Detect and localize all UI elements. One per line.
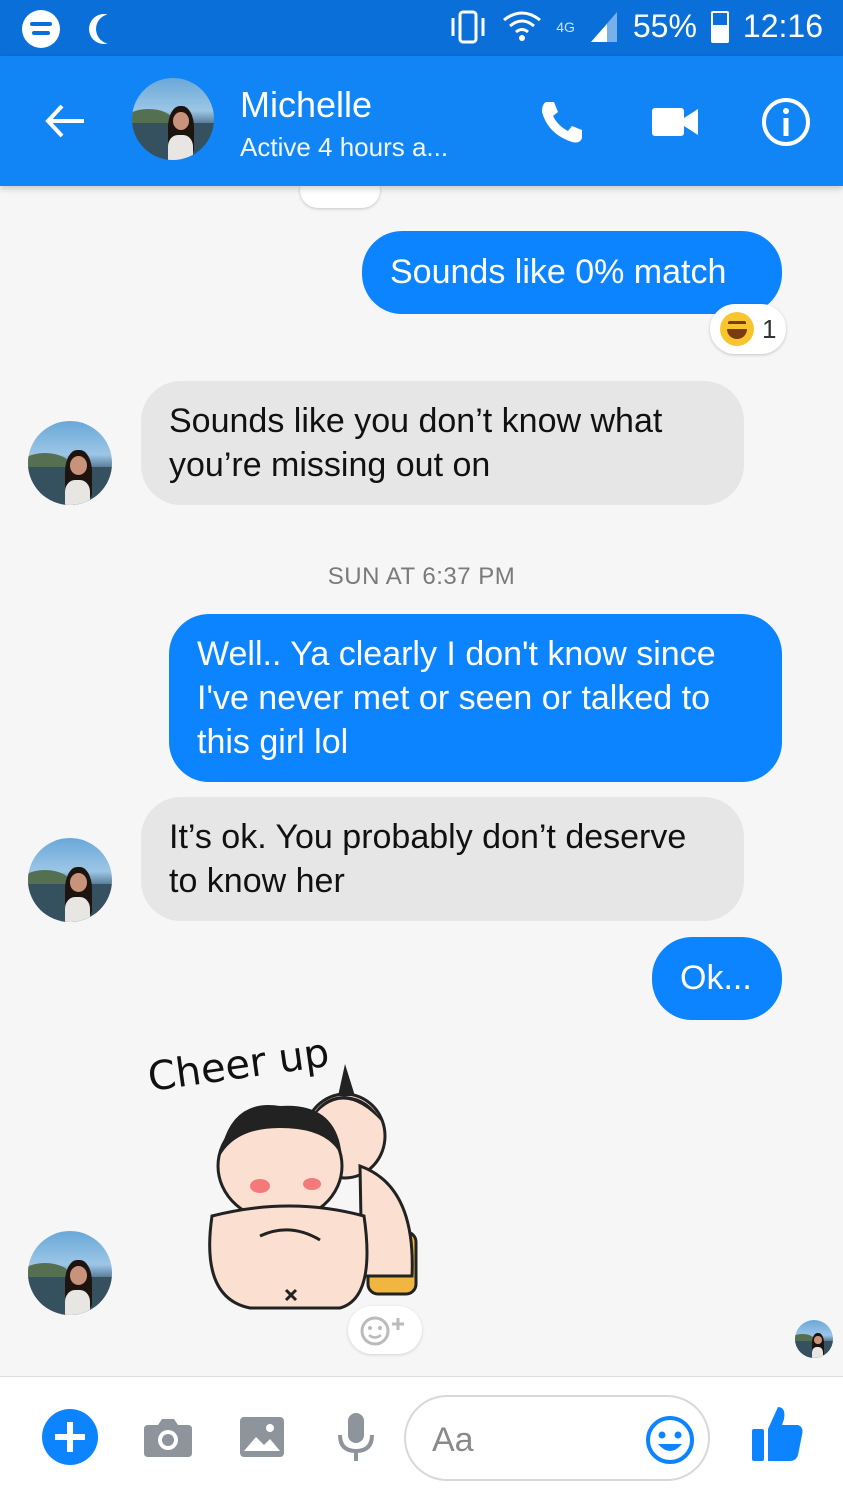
message-bubble-outgoing[interactable]: Well.. Ya clearly I don't know since I'v… — [169, 614, 782, 782]
contact-name[interactable]: Michelle — [240, 84, 372, 126]
contact-avatar-small[interactable] — [28, 838, 112, 922]
contact-active-status: Active 4 hours a... — [240, 132, 449, 162]
image-icon[interactable] — [232, 1407, 292, 1467]
emoji-icon[interactable] — [644, 1414, 696, 1466]
phone-icon[interactable] — [534, 94, 590, 150]
reaction-count: 1 — [762, 313, 777, 344]
message-text: Well.. Ya clearly I don't know since I'v… — [197, 635, 716, 761]
message-reaction[interactable]: 1 — [710, 304, 787, 354]
message-text: Sounds like 0% match — [390, 253, 727, 291]
sticker-text: Cheer up — [145, 1036, 332, 1101]
message-text: It’s ok. You probably don’t deserve to k… — [169, 818, 687, 900]
message-bubble-outgoing[interactable]: Ok... — [652, 937, 782, 1020]
read-receipt-avatar — [795, 1320, 833, 1358]
message-timestamp: SUN AT 6:37 PM — [327, 563, 516, 590]
conversation-header: Michelle Active 4 hours a... — [0, 56, 843, 186]
message-bubble-incoming[interactable]: Sounds like you don’t know what you’re m… — [141, 381, 744, 505]
message-bubble-incoming[interactable]: It’s ok. You probably don’t deserve to k… — [141, 797, 744, 921]
laughing-emoji-icon — [720, 312, 754, 346]
add-reaction-button[interactable] — [348, 1306, 422, 1354]
contact-avatar[interactable] — [132, 78, 214, 160]
message-composer: Aa — [0, 1376, 843, 1498]
vibrate-icon — [451, 10, 485, 43]
message-text: Ok... — [680, 959, 752, 997]
plus-icon[interactable] — [40, 1407, 100, 1467]
network-type: 4G — [556, 18, 575, 35]
battery-percent: 55% — [632, 8, 697, 44]
video-icon[interactable] — [648, 94, 704, 150]
contact-avatar-small[interactable] — [28, 1231, 112, 1315]
message-text: Sounds like you don’t know what you’re m… — [169, 402, 663, 484]
add-emoji-icon — [360, 1316, 404, 1346]
back-arrow-icon[interactable] — [40, 96, 90, 146]
cheer-up-sticker[interactable]: Cheer up — [140, 1036, 430, 1316]
contact-avatar-small[interactable] — [28, 421, 112, 505]
message-input[interactable]: Aa — [404, 1395, 710, 1481]
clock: 12:16 — [742, 8, 823, 44]
microphone-icon[interactable] — [326, 1407, 386, 1467]
thumbs-up-icon[interactable] — [748, 1403, 806, 1465]
spotify-icon — [22, 10, 60, 48]
info-icon[interactable] — [758, 94, 814, 150]
battery-icon — [710, 10, 729, 43]
message-input-placeholder: Aa — [432, 1421, 474, 1459]
message-bubble-outgoing[interactable]: Sounds like 0% match — [362, 231, 782, 314]
moon-icon — [96, 14, 126, 44]
camera-icon[interactable] — [138, 1407, 198, 1467]
signal-icon — [590, 11, 617, 42]
wifi-icon — [503, 11, 542, 41]
status-bar: 4G 55% 12:16 — [0, 0, 843, 56]
